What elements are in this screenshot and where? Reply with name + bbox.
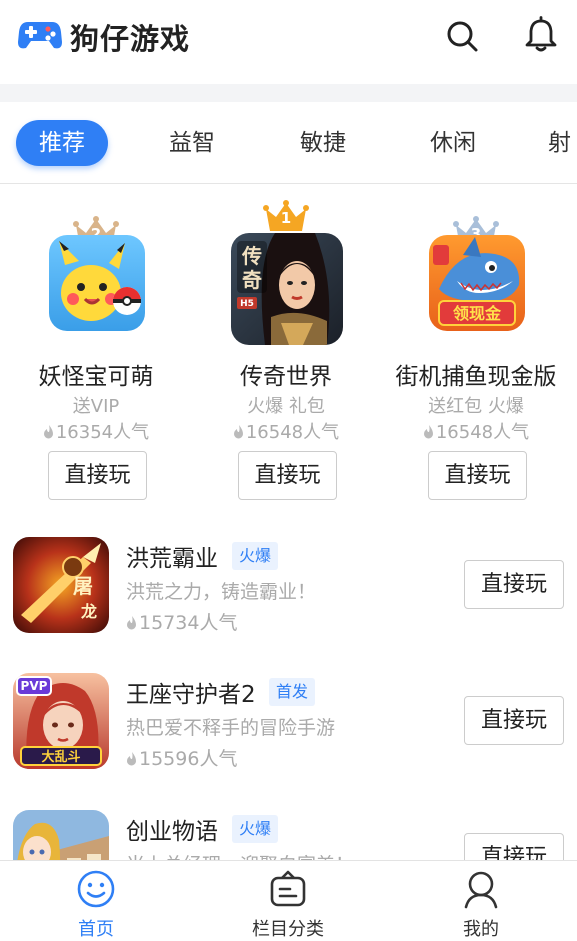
game-popularity: 16354人气 xyxy=(1,418,191,444)
game-description: 洪荒之力，铸造霸业！ xyxy=(126,581,317,603)
search-icon[interactable] xyxy=(444,18,480,54)
game-description: 热巴爱不释手的冒险手游 xyxy=(126,717,336,739)
play-button[interactable]: 直接玩 xyxy=(428,451,527,500)
top-ranking: 2 妖怪宝可萌 送VIP 16354人气 直接玩 1 传 奇 H5 传奇世界 火… xyxy=(0,185,577,515)
tab-puzzle[interactable]: 益智 xyxy=(146,120,238,166)
play-button[interactable]: 直接玩 xyxy=(464,696,564,745)
app-title: 狗仔游戏 xyxy=(70,22,191,56)
game-popularity: 16548人气 xyxy=(191,418,381,444)
status-badge: 火爆 xyxy=(232,815,279,843)
game-name: 传奇世界 xyxy=(240,364,332,390)
game-list-item[interactable]: 屠 龙 洪荒霸业 火爆 洪荒之力，铸造霸业！ 15734人气 直接玩 xyxy=(0,537,577,674)
flame-icon xyxy=(127,616,136,630)
svg-text:PVP: PVP xyxy=(21,679,48,693)
nav-item-home[interactable]: 首页 xyxy=(0,861,192,941)
tab-casual[interactable]: 休闲 xyxy=(407,120,499,166)
game-icon-fishing[interactable]: 领现金 xyxy=(429,235,525,331)
top-game-card[interactable]: 1 传 奇 H5 传奇世界 火爆 礼包 16548人气 直接玩 xyxy=(191,185,381,515)
category-box-icon xyxy=(270,870,306,907)
crown-icon: 1 xyxy=(262,199,310,233)
divider-band xyxy=(0,84,577,102)
game-name: 街机捕鱼现金版 xyxy=(395,364,557,390)
nav-item-profile[interactable]: 我的 xyxy=(385,861,577,941)
game-name: 创业物语 xyxy=(126,819,218,845)
top-game-card[interactable]: 3 领现金 街机捕鱼现金版 送红包 火爆 16548人气 直接玩 xyxy=(381,185,571,515)
game-popularity: 15734人气 xyxy=(126,608,237,635)
smiley-icon xyxy=(77,870,115,908)
svg-text:H5: H5 xyxy=(240,299,254,309)
flame-icon xyxy=(423,425,433,439)
tab-agility[interactable]: 敏捷 xyxy=(277,120,369,166)
play-button[interactable]: 直接玩 xyxy=(48,451,147,500)
user-icon xyxy=(464,871,498,909)
flame-icon xyxy=(233,425,243,439)
game-icon-honghuang[interactable]: 屠 龙 xyxy=(13,537,109,633)
game-name: 王座守护者2 xyxy=(126,682,256,708)
tab-recommend[interactable]: 推荐 xyxy=(16,120,108,166)
game-name: 妖怪宝可萌 xyxy=(38,364,154,390)
game-tags: 送VIP xyxy=(72,396,120,417)
category-tabs: 推荐 益智 敏捷 休闲 射 xyxy=(0,102,577,184)
flame-icon xyxy=(127,752,136,766)
game-icon-pokemon[interactable] xyxy=(49,235,145,331)
svg-text:领现金: 领现金 xyxy=(453,304,502,323)
play-button[interactable]: 直接玩 xyxy=(464,560,564,609)
flame-icon xyxy=(43,425,53,439)
tab-shooting[interactable]: 射 xyxy=(548,120,577,166)
nav-item-categories[interactable]: 栏目分类 xyxy=(192,861,384,941)
bell-icon[interactable] xyxy=(522,16,560,54)
nav-label: 首页 xyxy=(78,919,114,940)
game-name: 洪荒霸业 xyxy=(126,546,218,572)
nav-label: 我的 xyxy=(463,919,499,940)
game-icon-throne[interactable]: PVP 大乱斗 xyxy=(13,673,109,769)
svg-text:奇: 奇 xyxy=(242,268,262,292)
top-game-card[interactable]: 2 妖怪宝可萌 送VIP 16354人气 直接玩 xyxy=(1,185,191,515)
play-button[interactable]: 直接玩 xyxy=(238,451,337,500)
game-popularity: 15596人气 xyxy=(126,744,237,771)
svg-text:传: 传 xyxy=(241,244,262,268)
gamepad-icon xyxy=(18,22,62,49)
rank-number: 1 xyxy=(280,209,292,227)
app-header: 狗仔游戏 xyxy=(0,0,577,84)
nav-label: 栏目分类 xyxy=(252,919,324,940)
game-tags: 火爆 礼包 xyxy=(247,396,325,417)
svg-text:屠: 屠 xyxy=(73,574,93,598)
svg-text:龙: 龙 xyxy=(80,602,97,621)
game-list-item[interactable]: PVP 大乱斗 王座守护者2 首发 热巴爱不释手的冒险手游 15596人气 直接… xyxy=(0,673,577,810)
bottom-navigation: 首页 栏目分类 我的 xyxy=(0,860,577,941)
game-icon-legend[interactable]: 传 奇 H5 xyxy=(231,233,343,345)
game-popularity: 16548人气 xyxy=(381,418,571,444)
status-badge: 火爆 xyxy=(232,542,279,570)
game-tags: 送红包 火爆 xyxy=(428,396,524,417)
svg-text:大乱斗: 大乱斗 xyxy=(41,749,80,765)
status-badge: 首发 xyxy=(269,678,316,706)
